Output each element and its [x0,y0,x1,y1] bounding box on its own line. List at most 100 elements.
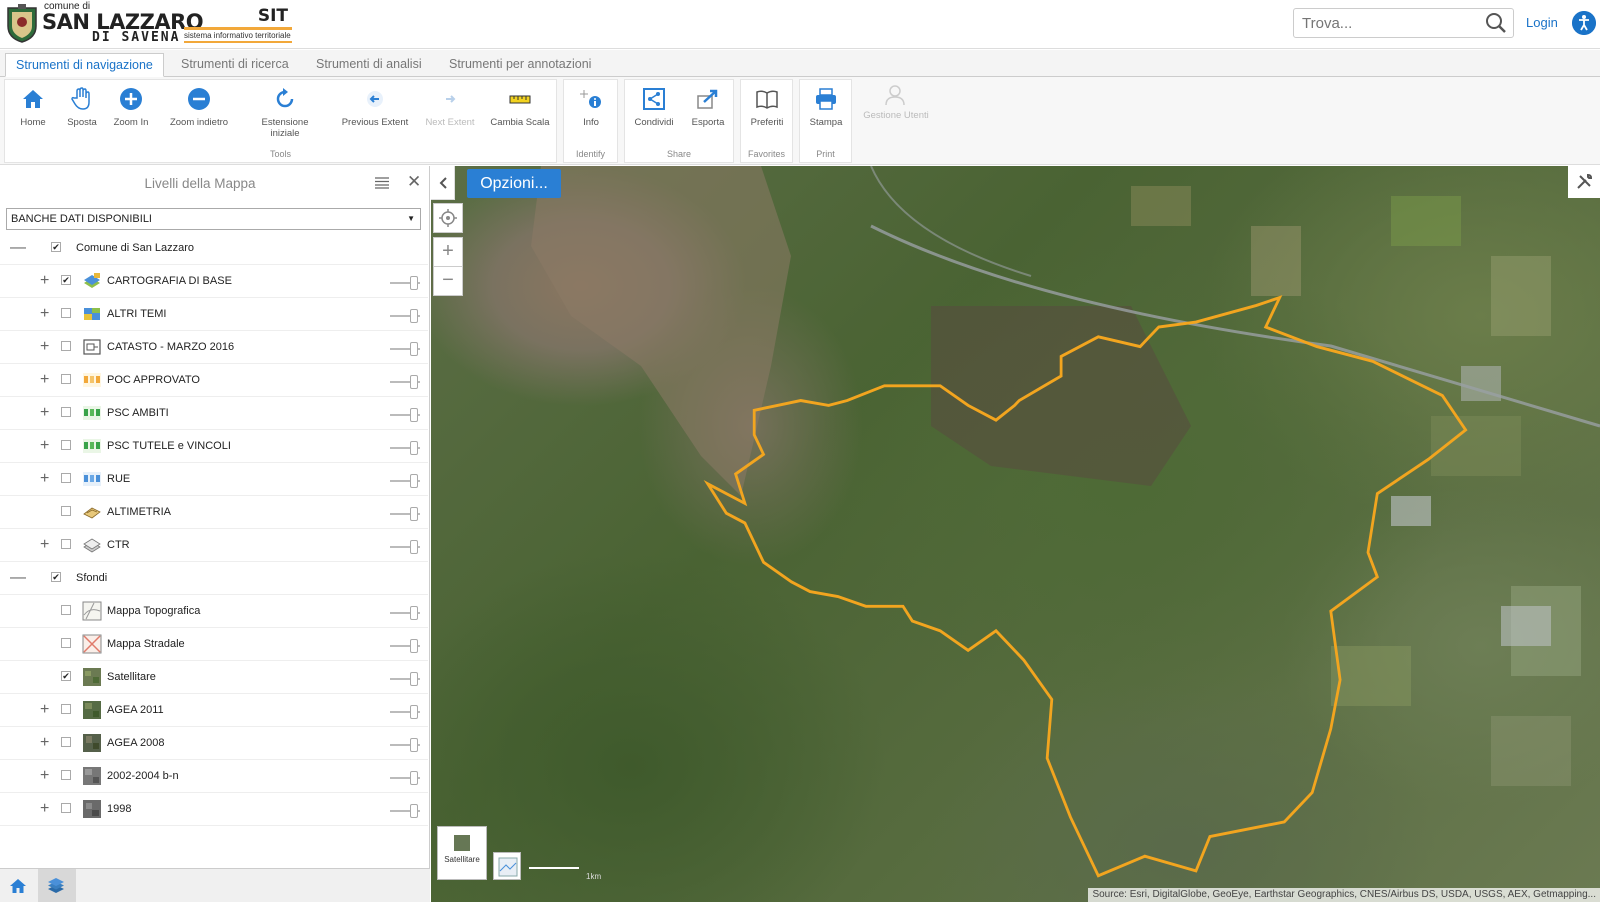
basemap-switcher[interactable]: Satellitare [437,826,487,880]
slider-handle[interactable] [410,771,418,785]
zoom-out-button[interactable]: Zoom indietro [163,86,235,128]
export-button[interactable]: Esporta [683,86,733,128]
collapse-icon[interactable]: — [10,569,26,587]
opacity-slider[interactable] [390,606,420,620]
opacity-slider[interactable] [390,804,420,818]
layer-checkbox[interactable] [61,770,71,780]
layer-checkbox[interactable] [61,374,71,384]
slider-handle[interactable] [410,738,418,752]
expand-icon[interactable]: + [40,437,49,455]
layer-checkbox[interactable] [61,308,71,318]
home-button[interactable]: Home [13,86,53,128]
layer-checkbox[interactable] [61,638,71,648]
slider-handle[interactable] [410,342,418,356]
map-tools-button[interactable] [1568,166,1600,198]
accessibility-icon[interactable] [1572,11,1596,35]
group-checkbox[interactable]: ✔ [51,242,61,252]
layer-checkbox[interactable]: ✔ [61,275,71,285]
search-icon[interactable] [1485,12,1507,34]
slider-handle[interactable] [410,606,418,620]
layer-checkbox[interactable] [61,506,71,516]
slider-handle[interactable] [410,507,418,521]
initial-extent-button[interactable]: Estensione iniziale [255,86,315,139]
layer-checkbox[interactable] [61,539,71,549]
database-select[interactable]: BANCHE DATI DISPONIBILI ▼ [6,208,421,230]
close-icon[interactable]: ✕ [407,172,421,192]
zoom-in-button[interactable]: Zoom In [109,86,153,128]
expand-icon[interactable]: + [40,536,49,554]
opacity-slider[interactable] [390,639,420,653]
options-button[interactable]: Opzioni... [467,169,561,198]
comune-logo[interactable]: comune di SAN LAZZARO DI SAVENA [42,2,204,45]
collapse-panel-button[interactable] [431,166,455,200]
info-button[interactable]: Info [569,86,613,128]
locate-button[interactable] [433,203,463,233]
opacity-slider[interactable] [390,507,420,521]
expand-icon[interactable]: + [40,404,49,422]
previous-extent-button[interactable]: Previous Extent [335,86,415,128]
user-management-button[interactable]: Gestione Utenti [858,83,934,121]
print-button[interactable]: Stampa [804,86,848,128]
tab-navigazione[interactable]: Strumenti di navigazione [5,53,164,77]
opacity-slider[interactable] [390,771,420,785]
slider-handle[interactable] [410,639,418,653]
slider-handle[interactable] [410,441,418,455]
opacity-slider[interactable] [390,309,420,323]
map-zoom-in-button[interactable]: + [433,237,463,267]
slider-handle[interactable] [410,276,418,290]
footer-home-button[interactable] [0,869,38,902]
layer-checkbox[interactable] [61,473,71,483]
collapse-icon[interactable]: — [10,239,26,257]
search-input[interactable] [1294,9,1474,37]
opacity-slider[interactable] [390,441,420,455]
slider-handle[interactable] [410,672,418,686]
slider-handle[interactable] [410,540,418,554]
opacity-slider[interactable] [390,672,420,686]
group-checkbox[interactable]: ✔ [51,572,61,582]
expand-icon[interactable]: + [40,701,49,719]
layer-checkbox[interactable] [61,605,71,615]
layer-checkbox[interactable] [61,803,71,813]
login-link[interactable]: Login [1526,15,1558,30]
pan-button[interactable]: Sposta [60,86,104,128]
map-view[interactable]: Opzioni... + − Satellitare 1km Source: E… [431,166,1600,902]
layer-checkbox[interactable] [61,341,71,351]
slider-handle[interactable] [410,804,418,818]
share-button[interactable]: Condividi [629,86,679,128]
expand-icon[interactable]: + [40,734,49,752]
tab-analisi[interactable]: Strumenti di analisi [306,53,432,77]
expand-icon[interactable]: + [40,767,49,785]
layer-checkbox[interactable] [61,407,71,417]
opacity-slider[interactable] [390,375,420,389]
opacity-slider[interactable] [390,342,420,356]
slider-handle[interactable] [410,375,418,389]
expand-icon[interactable]: + [40,272,49,290]
menu-icon[interactable] [375,177,389,189]
slider-handle[interactable] [410,474,418,488]
opacity-slider[interactable] [390,705,420,719]
layer-checkbox[interactable] [61,704,71,714]
expand-icon[interactable]: + [40,470,49,488]
opacity-slider[interactable] [390,738,420,752]
footer-layers-button[interactable] [38,869,76,902]
basemap-alt-button[interactable] [493,852,521,880]
slider-handle[interactable] [410,705,418,719]
tab-annotazioni[interactable]: Strumenti per annotazioni [439,53,601,77]
change-scale-button[interactable]: Cambia Scala [487,86,553,128]
slider-handle[interactable] [410,309,418,323]
expand-icon[interactable]: + [40,305,49,323]
expand-icon[interactable]: + [40,800,49,818]
expand-icon[interactable]: + [40,338,49,356]
expand-icon[interactable]: + [40,371,49,389]
opacity-slider[interactable] [390,276,420,290]
opacity-slider[interactable] [390,474,420,488]
layer-checkbox[interactable] [61,737,71,747]
layer-checkbox[interactable] [61,440,71,450]
tab-ricerca[interactable]: Strumenti di ricerca [171,53,299,77]
slider-handle[interactable] [410,408,418,422]
opacity-slider[interactable] [390,408,420,422]
favorites-button[interactable]: Preferiti [745,86,789,128]
layer-checkbox[interactable]: ✔ [61,671,71,681]
opacity-slider[interactable] [390,540,420,554]
next-extent-button[interactable]: Next Extent [420,86,480,128]
